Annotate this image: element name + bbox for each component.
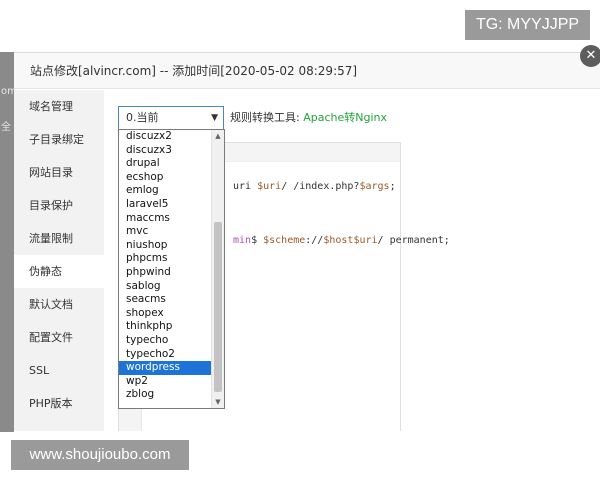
- sidebar-item-default-doc[interactable]: 默认文档: [14, 288, 104, 321]
- dropdown-option[interactable]: drupal: [119, 157, 224, 171]
- sidebar-item-rewrite[interactable]: 伪静态: [14, 255, 104, 288]
- sidebar-item-traffic[interactable]: 流量限制: [14, 222, 104, 255]
- dropdown-option[interactable]: mvc: [119, 225, 224, 239]
- dropdown-arrow-icon: ▼: [211, 113, 218, 123]
- dialog-sidebar: 域名管理 子目录绑定 网站目录 目录保护 流量限制 伪静态 默认文档 配置文件 …: [14, 90, 104, 431]
- dropdown-option[interactable]: emlog: [119, 184, 224, 198]
- scroll-down-icon[interactable]: ▼: [212, 396, 224, 408]
- dropdown-option[interactable]: thinkphp: [119, 320, 224, 334]
- sidebar-item-ssl[interactable]: SSL: [14, 354, 104, 387]
- dropdown-option[interactable]: sablog: [119, 280, 224, 294]
- rules-tool: 规则转换工具: Apache转Nginx: [230, 106, 387, 130]
- dropdown-option[interactable]: phpwind: [119, 266, 224, 280]
- scroll-up-icon[interactable]: ▲: [212, 130, 224, 142]
- close-icon[interactable]: ✕: [580, 45, 600, 67]
- dropdown-option[interactable]: maccms: [119, 212, 224, 226]
- sidebar-item-domain[interactable]: 域名管理: [14, 90, 104, 123]
- dropdown-option[interactable]: ecshop: [119, 171, 224, 185]
- option-list: discuzx2 discuzx3 drupal ecshop emlog laravel…: [119, 130, 224, 402]
- dropdown-option[interactable]: discuzx2: [119, 130, 224, 144]
- rewrite-template-select[interactable]: 0.当前 ▼: [118, 106, 224, 130]
- dropdown-option[interactable]: laravel5: [119, 198, 224, 212]
- dropdown-option[interactable]: seacms: [119, 293, 224, 307]
- sidebar-item-config[interactable]: 配置文件: [14, 321, 104, 354]
- dropdown-option[interactable]: niushop: [119, 239, 224, 253]
- sidebar-item-php-version[interactable]: PHP版本: [14, 387, 104, 420]
- dialog-title: 站点修改[alvincr.com] -- 添加时间[2020-05-02 08:…: [14, 53, 600, 89]
- watermark-top: TG: MYYJJPP: [465, 10, 590, 40]
- dropdown-option[interactable]: wordpress: [119, 361, 224, 375]
- sidebar-item-subdir[interactable]: 子目录绑定: [14, 123, 104, 156]
- apache-to-nginx-link[interactable]: Apache转Nginx: [303, 111, 387, 124]
- dropdown-option[interactable]: typecho2: [119, 348, 224, 362]
- dropdown-option[interactable]: zblog: [119, 388, 224, 402]
- code-line: uri $uri/ /index.php?$args;: [233, 181, 396, 192]
- rewrite-template-listbox[interactable]: discuzx2 discuzx3 drupal ecshop emlog laravel…: [118, 129, 225, 409]
- listbox-scrollbar[interactable]: ▲ ▼: [211, 130, 224, 408]
- dropdown-option[interactable]: wp2: [119, 375, 224, 389]
- background-overlay: om 全: [0, 52, 17, 432]
- code-line: min$ $scheme://$host$uri/ permanent;: [233, 235, 450, 246]
- site-settings-dialog: 站点修改[alvincr.com] -- 添加时间[2020-05-02 08:…: [14, 52, 600, 431]
- dropdown-option[interactable]: typecho: [119, 334, 224, 348]
- sidebar-item-site-dir[interactable]: 网站目录: [14, 156, 104, 189]
- dropdown-option[interactable]: discuzx3: [119, 144, 224, 158]
- dropdown-option[interactable]: phpcms: [119, 252, 224, 266]
- rules-tool-label: 规则转换工具:: [230, 111, 300, 124]
- select-value: 0.当前: [126, 111, 159, 124]
- sidebar-item-dir-protect[interactable]: 目录保护: [14, 189, 104, 222]
- watermark-bottom: www.shoujioubo.com: [11, 440, 189, 470]
- dropdown-option[interactable]: shopex: [119, 307, 224, 321]
- background-fragment: 全: [1, 122, 11, 133]
- scrollbar-thumb[interactable]: [214, 222, 222, 392]
